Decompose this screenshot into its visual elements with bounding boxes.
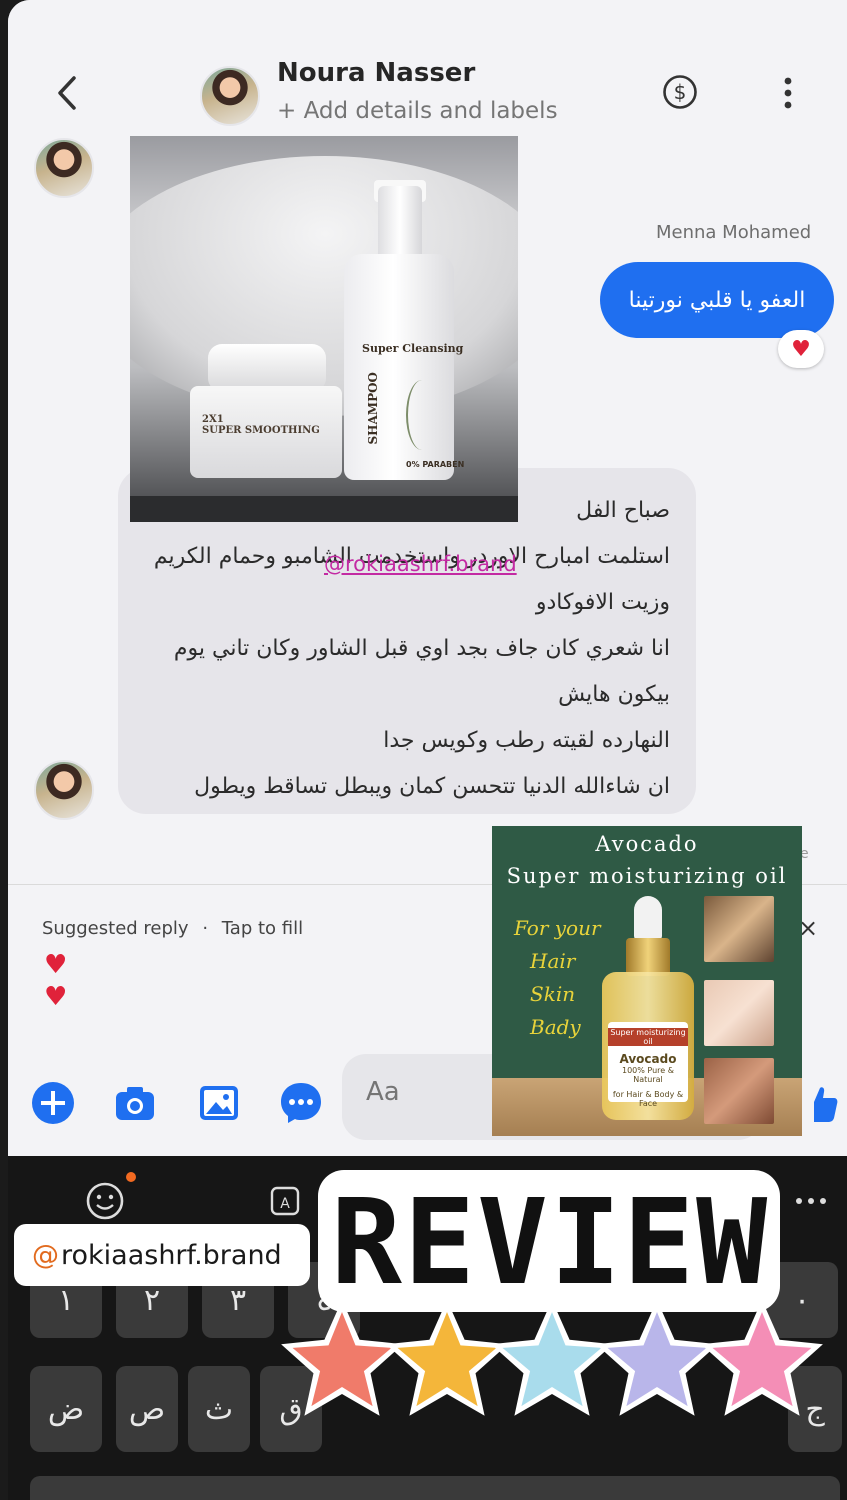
pump-neck <box>378 186 422 258</box>
message-line: ان شاءالله الدنيا تتحسن كمان ويبطل تساقط… <box>194 774 670 799</box>
poster-use: Skin <box>530 982 576 1006</box>
bottle-badge: 0% PARABEN <box>406 460 465 469</box>
contact-name[interactable]: Noura Nasser <box>277 58 475 88</box>
shampoo-bottle <box>344 254 454 480</box>
oil-label-line: for Hair & Body & Face <box>612 1090 684 1108</box>
leaf-illustration <box>406 380 438 450</box>
suggested-reply-label: Suggested reply <box>42 918 189 939</box>
hair-photo <box>704 896 774 962</box>
poster-use: For your <box>514 916 601 940</box>
contact-avatar[interactable] <box>200 66 260 126</box>
tap-to-fill-hint: Tap to fill <box>221 918 304 939</box>
add-details-link[interactable]: + Add details and labels <box>277 98 558 124</box>
suggested-heart-reply[interactable]: ♥ <box>44 950 67 980</box>
message-line: وزيت الافوكادو <box>535 590 670 615</box>
poster-uses: For your Hair Skin Bady <box>514 912 601 1044</box>
message-line: النهارده لقيته رطب وكويس جدا <box>383 728 670 753</box>
skin-photo <box>704 980 774 1046</box>
sender-name-label: Menna Mohamed <box>656 222 812 243</box>
keyboard-more-icon[interactable] <box>790 1180 832 1222</box>
key[interactable]: ض <box>30 1366 102 1452</box>
jar-label-line: SUPER SMOOTHING <box>202 425 320 436</box>
review-title: REVIEW <box>330 1173 770 1311</box>
dollar-icon[interactable]: $ <box>662 74 698 110</box>
dropper-bulb <box>634 896 662 940</box>
heart-reaction[interactable]: ♥ <box>778 330 824 368</box>
back-arrow-icon[interactable] <box>52 70 82 116</box>
notification-dot <box>126 1172 136 1182</box>
instagram-handle-tag[interactable]: @ rokiaashrf.brand <box>14 1224 310 1286</box>
camera-icon[interactable] <box>112 1080 158 1126</box>
key[interactable]: ص <box>116 1366 178 1452</box>
key-row[interactable] <box>30 1476 840 1500</box>
message-avatar <box>34 760 94 820</box>
poster-subtitle: Super moisturizing oil <box>506 864 788 888</box>
cream-jar: 2X1 SUPER SMOOTHING <box>190 386 342 478</box>
bottle-type: SHAMPOO <box>366 372 380 445</box>
message-avatar <box>34 138 94 198</box>
key[interactable]: ث <box>188 1366 250 1452</box>
suggested-reply-header: Suggested reply · Tap to fill <box>42 918 303 939</box>
product-photo: 2X1 SUPER SMOOTHING Super Cleansing SHAM… <box>130 136 518 522</box>
poster-use: Hair <box>530 949 576 973</box>
oil-bottle-label: Super moisturizing oil Avocado 100% Pure… <box>608 1022 688 1108</box>
emoji-icon[interactable] <box>84 1180 126 1222</box>
jar-label-line: 2X1 <box>202 414 224 425</box>
translate-icon[interactable]: A <box>266 1180 308 1222</box>
oil-label-line: 100% Pure & Natural <box>622 1066 674 1084</box>
svg-text:A: A <box>280 1196 290 1212</box>
brand-watermark: @rokiaashrf.brand <box>324 552 517 576</box>
conversation-header: Noura Nasser + Add details and labels $ <box>8 0 847 140</box>
poster-title: Avocado <box>595 832 699 856</box>
plus-icon[interactable] <box>30 1080 76 1126</box>
oil-label-line: Avocado <box>619 1052 677 1066</box>
at-icon: @ <box>32 1239 59 1271</box>
messenger-apps-icon[interactable] <box>278 1080 324 1126</box>
separator: · <box>202 918 209 939</box>
received-message-text: صباح الفل استلمت امبارح الاوردر واستخدمت… <box>154 488 670 810</box>
oil-label-line: Super moisturizing oil <box>608 1028 688 1046</box>
counter-surface <box>130 496 518 522</box>
dropper-cap <box>626 938 670 976</box>
sent-message-bubble[interactable]: العفو يا قلبي نورتينا <box>600 262 834 338</box>
rating-stars <box>281 1300 823 1416</box>
cream-jar-lid <box>208 344 326 392</box>
svg-text:$: $ <box>674 80 687 104</box>
cream-jar-label: 2X1 SUPER SMOOTHING <box>202 414 320 436</box>
more-options-icon[interactable] <box>782 76 794 110</box>
handle-text: rokiaashrf.brand <box>61 1239 282 1271</box>
avocado-oil-poster: Avocado Super moisturizing oil For your … <box>492 826 802 1136</box>
body-photo <box>704 1058 774 1124</box>
suggested-heart-reply[interactable]: ♥ <box>44 982 67 1012</box>
gallery-icon[interactable] <box>196 1080 242 1126</box>
message-line: انا شعري كان جاف بجد اوي قبل الشاور وكان… <box>173 636 670 661</box>
bottle-title: Super Cleansing <box>362 342 464 355</box>
like-thumb-icon[interactable] <box>808 1084 838 1124</box>
message-input[interactable] <box>364 1076 488 1108</box>
poster-use: Bady <box>530 1015 581 1039</box>
message-line: بيكون هايش <box>558 682 670 707</box>
